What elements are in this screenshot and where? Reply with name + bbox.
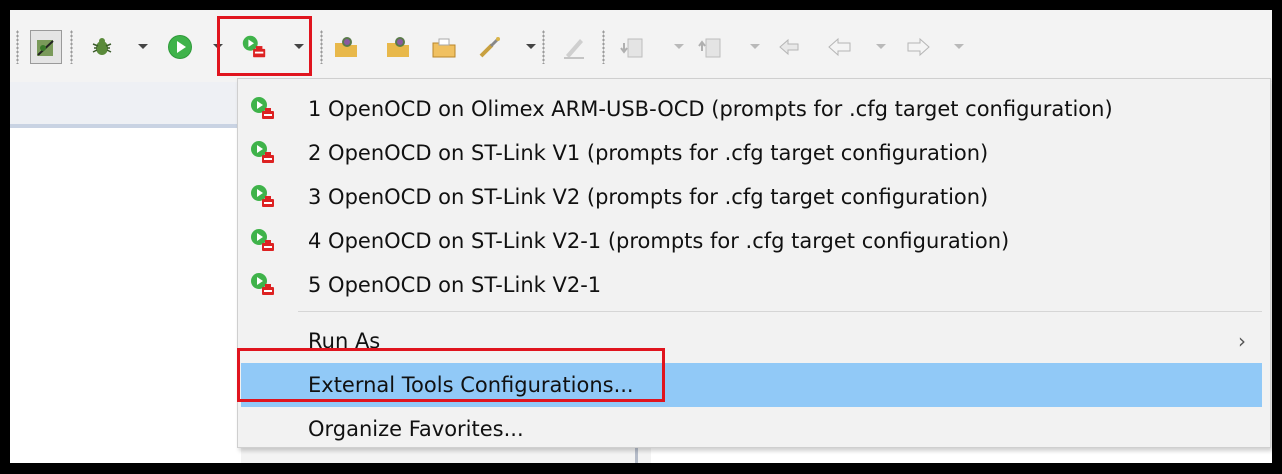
menu-item-launch-5[interactable]: 5 OpenOCD on ST-Link V2-1 [238,263,1270,307]
menu-item-label: 1 OpenOCD on Olimex ARM-USB-OCD (prompts… [308,97,1113,121]
open-task-icon[interactable] [384,32,412,62]
menu-item-label: 5 OpenOCD on ST-Link V2-1 [308,273,602,297]
debug-dropdown-arrow[interactable] [138,44,148,49]
external-tool-launch-icon [250,96,276,122]
menu-item-label: Organize Favorites... [308,417,524,441]
external-tool-launch-icon [250,140,276,166]
external-tool-launch-icon [250,228,276,254]
skip-breakpoints-icon[interactable] [30,30,62,64]
external-tool-launch-icon [250,184,276,210]
toolbar-grip [70,30,73,64]
toolbar-grip [542,30,545,64]
next-annotation-icon [620,32,648,62]
menu-item-launch-3[interactable]: 3 OpenOCD on ST-Link V2 (prompts for .cf… [238,175,1270,219]
open-type-icon[interactable] [332,32,360,62]
forward-icon [904,32,932,62]
menu-item-label: 4 OpenOCD on ST-Link V2-1 (prompts for .… [308,229,1010,253]
toolbar-grip[interactable] [16,30,19,64]
menu-item-launch-4[interactable]: 4 OpenOCD on ST-Link V2-1 (prompts for .… [238,219,1270,263]
external-tools-dropdown-arrow[interactable] [294,44,304,49]
run-icon[interactable] [166,32,194,62]
menu-item-launch-2[interactable]: 2 OpenOCD on ST-Link V1 (prompts for .cf… [238,131,1270,175]
external-tools-icon[interactable] [240,32,268,62]
menu-item-launch-1[interactable]: 1 OpenOCD on Olimex ARM-USB-OCD (prompts… [238,87,1270,131]
toolbar-grip [320,30,323,64]
configurations-highlight [237,348,665,402]
main-toolbar [10,10,1272,82]
eclipse-window: 1 OpenOCD on Olimex ARM-USB-OCD (prompts… [10,10,1272,463]
open-resource-icon[interactable] [430,32,458,62]
next-annotation-dropdown-arrow [674,44,684,49]
back-icon [826,32,854,62]
search-dropdown-arrow[interactable] [526,44,536,49]
prev-annotation-dropdown-arrow [750,44,760,49]
external-tool-launch-icon [250,272,276,298]
left-view-header [10,82,241,125]
back-dropdown-arrow [876,44,886,49]
left-view-header-divider [10,124,241,128]
prev-annotation-icon [698,32,726,62]
toolbar-grip [602,30,605,64]
menu-separator [298,311,1262,312]
menu-item-label: 2 OpenOCD on ST-Link V1 (prompts for .cf… [308,141,989,165]
search-icon[interactable] [476,32,504,62]
pen-icon [560,32,588,62]
menu-item-label: 3 OpenOCD on ST-Link V2 (prompts for .cf… [308,185,989,209]
left-view-pane [10,82,241,463]
last-edit-icon [776,32,804,62]
debug-icon[interactable] [88,32,116,62]
forward-dropdown-arrow [954,44,964,49]
submenu-chevron-icon: › [1238,329,1246,353]
menu-item-organize-favorites[interactable]: Organize Favorites... [238,407,1270,451]
